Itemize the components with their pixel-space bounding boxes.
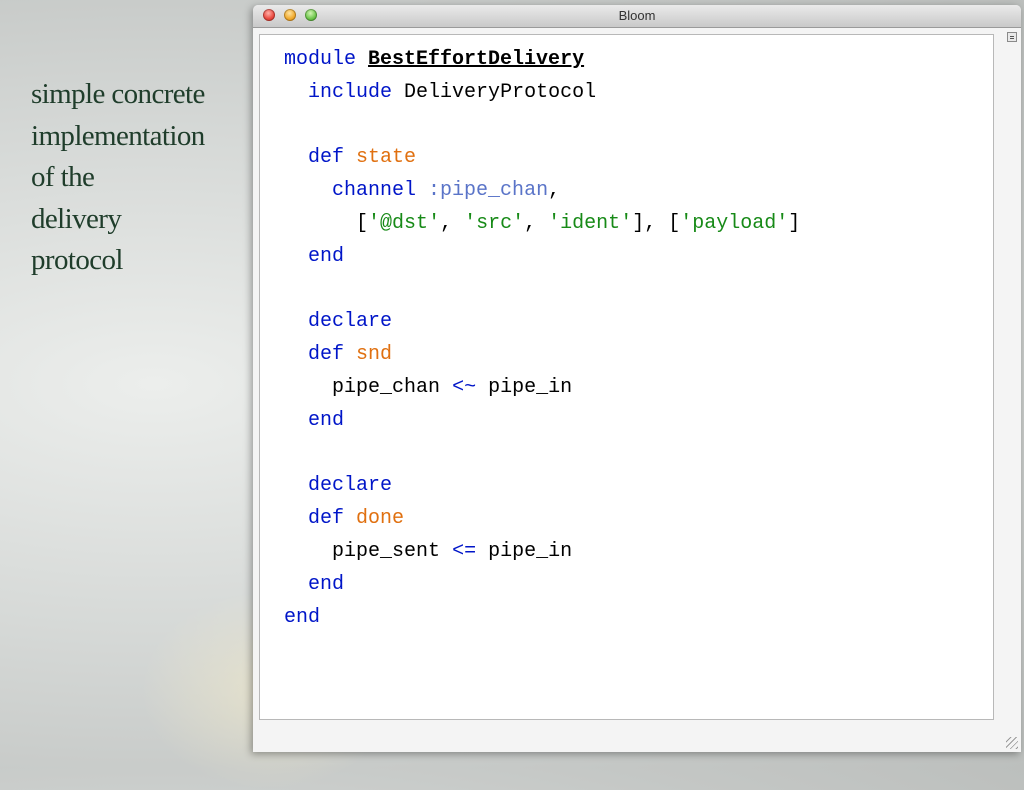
slide-caption: simple concrete implementation of the de…: [31, 78, 205, 276]
code-line-def-done: def done: [308, 507, 405, 531]
window-title: Bloom: [618, 8, 656, 23]
editor-window[interactable]: Bloom module BestEffortDelivery include …: [253, 5, 1021, 752]
code-line-schema: ['@dst', 'src', 'ident'], ['payload']: [356, 211, 801, 235]
title-bar[interactable]: Bloom: [253, 5, 1021, 28]
code-line-declare-done: declare: [308, 474, 393, 498]
resize-handle[interactable]: [1006, 737, 1018, 749]
code-line-include: include DeliveryProtocol: [308, 80, 597, 104]
code-line-def-snd: def snd: [308, 343, 393, 367]
code-line-end-done: end: [308, 572, 345, 596]
code-line-declare-snd: declare: [308, 310, 393, 334]
code-line-done-body: pipe_sent <= pipe_in: [332, 539, 573, 563]
code-line-end-module: end: [284, 605, 321, 629]
split-view-button[interactable]: [1007, 32, 1017, 42]
module-name: BestEffortDelivery: [368, 48, 585, 71]
code-line-end-snd: end: [308, 408, 345, 432]
code-line-def-state: def state: [308, 146, 417, 170]
code-editor[interactable]: module BestEffortDelivery include Delive…: [259, 34, 994, 720]
code-line-module: module BestEffortDelivery: [284, 48, 585, 71]
code-line-end-state: end: [308, 244, 345, 268]
code-line-channel: channel :pipe_chan,: [332, 179, 561, 203]
code-content: module BestEffortDelivery include Delive…: [284, 44, 800, 634]
code-line-snd-body: pipe_chan <~ pipe_in: [332, 375, 573, 399]
